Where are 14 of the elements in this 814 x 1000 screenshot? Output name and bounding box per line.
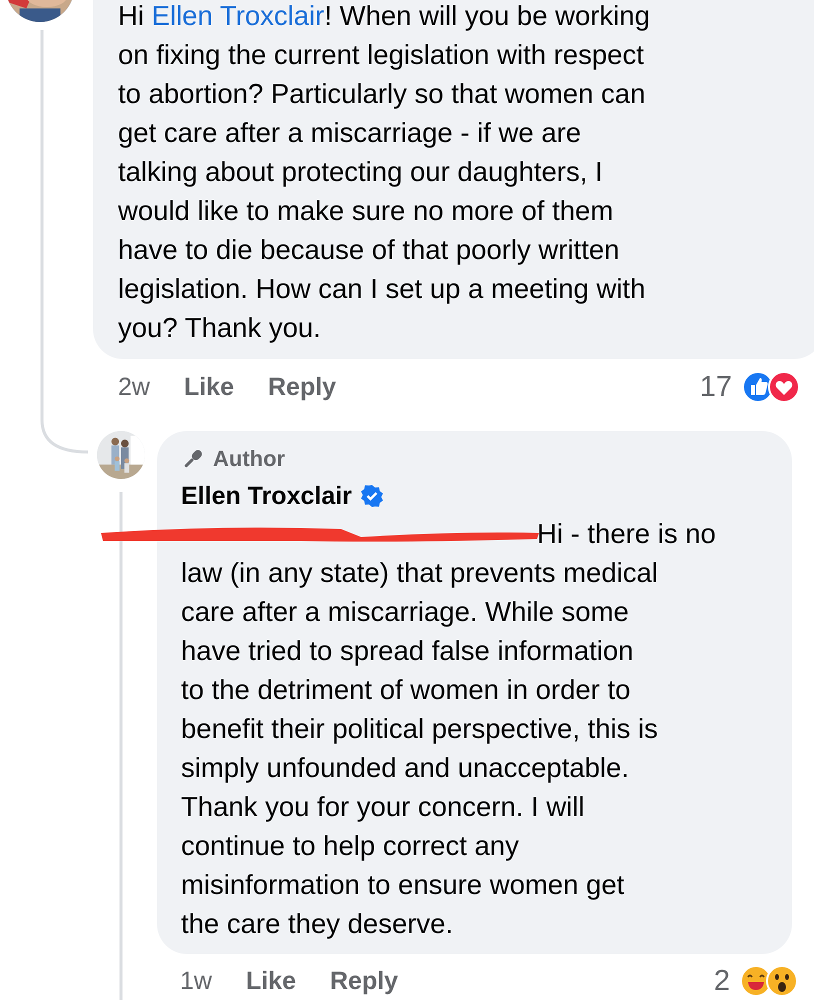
author-label: Author: [213, 446, 286, 472]
comment-time: 2w: [118, 372, 150, 402]
reaction-count: 17: [700, 370, 732, 404]
comment-time: 1w: [180, 966, 212, 996]
avatar[interactable]: [97, 431, 145, 479]
commenter-name[interactable]: Ellen Troxclair: [181, 482, 352, 510]
comment-text: Hi Ellen Troxclair! When will you be working on fixing the current legislation with respect to abortion? Particularly so that women can get care after a miscarriage - if we are talking about protecting our daughters, I would like to make sure no more of them have to die because of that poorly written legislation. How can I set up a meeting with you? Thank you.: [118, 0, 651, 345]
like-link[interactable]: Like: [246, 966, 296, 996]
mention-link[interactable]: Ellen Troxclair: [152, 0, 324, 31]
reaction-count: 2: [714, 964, 730, 998]
reply-text: Hi - there is no law (in any state) that prevents medical care after a miscarriage. While some have tried to spread false information to the detriment of women in order to benefit their political perspective, this is simply unfounded and unacceptable. Thank you for your concern. I will continue to help correct any misinformation to ensure women get the care they deserve.: [181, 517, 717, 941]
reply-link[interactable]: Reply: [268, 372, 336, 402]
like-link[interactable]: Like: [184, 372, 234, 402]
reply-link[interactable]: Reply: [330, 966, 398, 996]
